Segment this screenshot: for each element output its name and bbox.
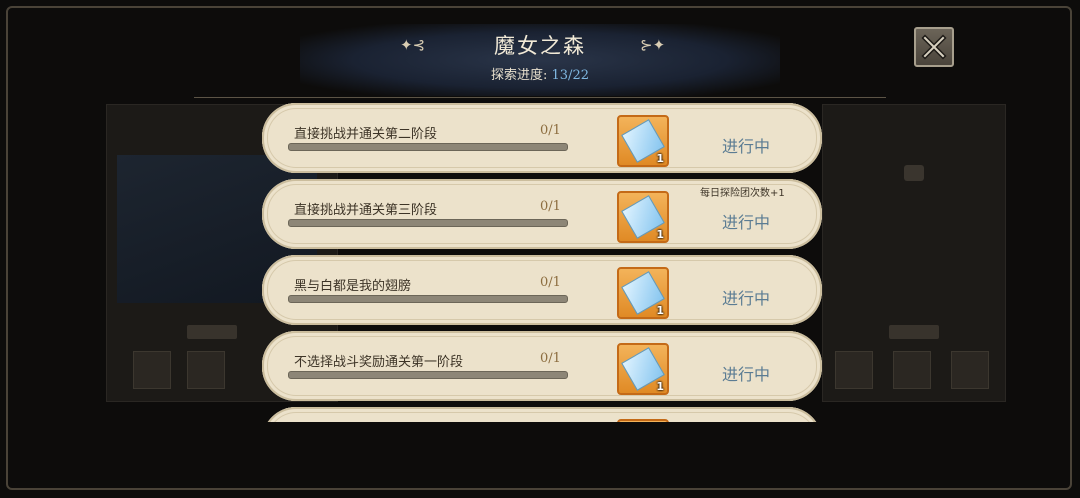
reward-bonus-note: 每日探险团次数+1 <box>700 188 785 199</box>
task-status: 进行中 <box>722 289 771 308</box>
task-row: 直接挑战并通关第二阶段 0/1 1 进行中 <box>262 103 822 173</box>
task-status: 进行中 <box>722 213 771 232</box>
exploration-progress-label: 探索进度: <box>491 68 552 83</box>
task-status: 进行中 <box>722 365 771 384</box>
reward-item[interactable]: 1 <box>617 191 669 243</box>
reward-item[interactable]: 1 <box>617 343 669 395</box>
task-name: 不选择战斗奖励通关第一阶段 <box>294 355 464 370</box>
reward-quantity: 1 <box>656 152 664 165</box>
task-name: 直接挑战并通关第二阶段 <box>294 127 438 142</box>
ornament-right-icon: ⊱✦ <box>640 36 666 54</box>
header-divider <box>194 97 886 98</box>
background-avatar <box>133 351 171 389</box>
task-progress-bar <box>288 371 568 379</box>
reward-quantity: 1 <box>656 228 664 241</box>
task-count: 0/1 <box>540 351 561 366</box>
close-button[interactable] <box>914 27 954 67</box>
task-row: 黑与白都是我的翅膀 0/1 1 进行中 <box>262 255 822 325</box>
reward-item[interactable] <box>617 419 669 422</box>
task-count: 0/1 <box>540 275 561 290</box>
task-name: 黑与白都是我的翅膀 <box>294 279 412 294</box>
background-pill <box>187 325 237 339</box>
reward-quantity: 1 <box>656 304 664 317</box>
background-pill <box>889 325 939 339</box>
task-row: 不选择战斗奖励通关第一阶段 0/1 1 进行中 <box>262 331 822 401</box>
task-progress-bar <box>288 143 568 151</box>
task-list[interactable]: 直接挑战并通关第二阶段 0/1 1 进行中 直接挑战并通关第三阶段 0/1 1 … <box>262 100 824 422</box>
task-progress-bar <box>288 219 568 227</box>
task-row: 直接挑战并通关第三阶段 0/1 1 每日探险团次数+1 进行中 <box>262 179 822 249</box>
task-name: 直接挑战并通关第三阶段 <box>294 203 438 218</box>
task-count: 0/1 <box>540 123 561 138</box>
task-row-partial <box>262 407 822 422</box>
reward-quantity: 1 <box>656 380 664 393</box>
task-status: 进行中 <box>722 137 771 156</box>
task-progress-bar <box>288 295 568 303</box>
background-avatar <box>893 351 931 389</box>
close-x-icon <box>921 34 947 60</box>
background-avatar <box>951 351 989 389</box>
background-avatar <box>187 351 225 389</box>
reward-item[interactable]: 1 <box>617 115 669 167</box>
task-count: 0/1 <box>540 199 561 214</box>
exploration-progress-value: 13/22 <box>551 68 589 83</box>
background-stage-panel-right <box>822 104 1006 402</box>
background-avatar <box>835 351 873 389</box>
reward-item[interactable]: 1 <box>617 267 669 319</box>
lock-icon <box>904 165 924 181</box>
